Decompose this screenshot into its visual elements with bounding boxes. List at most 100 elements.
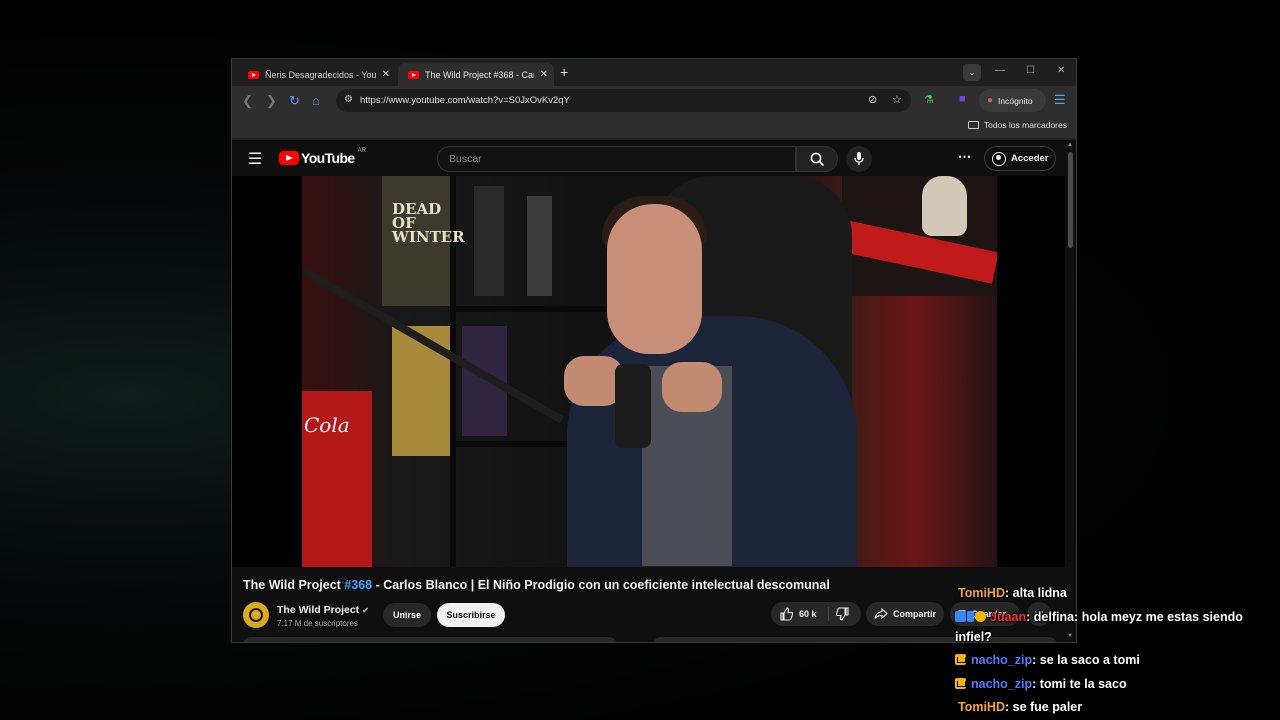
band-poster	[840, 176, 997, 296]
minimize-icon[interactable]: —	[995, 65, 1005, 76]
voice-search-button[interactable]	[846, 146, 872, 172]
tab-neris[interactable]: Ñeris Desagradecidos - YouTube ✕	[238, 63, 396, 86]
video-frame[interactable]: DEAD OF WINTER Cola	[302, 176, 997, 567]
twitter-badge-icon	[967, 611, 974, 622]
channel-name-text[interactable]: The Wild Project	[277, 604, 359, 616]
share-button[interactable]: Compartir	[866, 602, 944, 626]
chat-message: Juaan: delfina: hola meyz me estas siend…	[955, 610, 1243, 624]
incognito-indicator[interactable]: ● Incógnito	[979, 89, 1046, 112]
tab-title: Ñeris Desagradecidos - YouTube	[265, 69, 376, 80]
chat-text: : se fue paler	[1005, 700, 1083, 714]
tab-wild-project[interactable]: The Wild Project #368 - Carlos Blanco ✕	[398, 63, 554, 86]
youtube-play-icon	[279, 151, 299, 165]
chat-text: : alta lidna	[1005, 586, 1067, 600]
cola-sign: Cola	[302, 391, 372, 567]
menu-icon[interactable]: ☰	[248, 149, 262, 169]
tab-title: The Wild Project #368 - Carlos Blanco	[425, 69, 534, 80]
maximize-icon[interactable]: ☐	[1026, 65, 1035, 76]
scroll-up-icon[interactable]: ▲	[1067, 142, 1073, 148]
home-icon[interactable]: ⌂	[312, 93, 320, 108]
youtube-favicon-icon	[408, 70, 419, 79]
browser-window: Ñeris Desagradecidos - YouTube ✕ The Wil…	[231, 58, 1077, 643]
incognito-label: Incógnito	[998, 95, 1033, 106]
url-text[interactable]: https://www.youtube.com/watch?v=S0JxOvKv…	[360, 95, 570, 106]
scrollbar-thumb[interactable]	[1068, 152, 1073, 248]
new-tab-icon[interactable]: +	[560, 64, 568, 80]
youtube-header: ☰ YouTube AR Buscar ⋯ Acceder	[232, 140, 1067, 176]
search-icon	[810, 152, 825, 167]
reload-icon[interactable]: ↻	[289, 93, 300, 109]
youtube-logo[interactable]: YouTube AR	[279, 148, 366, 166]
tab-search-icon[interactable]: ⌄	[963, 64, 981, 81]
video-hashtag[interactable]: #368	[344, 578, 372, 592]
country-code: AR	[357, 148, 366, 154]
search-placeholder: Buscar	[449, 153, 482, 165]
moderator-badge-icon	[955, 654, 966, 665]
like-separator	[828, 607, 829, 621]
microphone-icon	[854, 152, 864, 165]
host-hand-right	[662, 362, 722, 412]
channel-avatar[interactable]	[243, 602, 269, 628]
band-banner	[840, 220, 997, 284]
coin-badge-icon	[975, 611, 986, 622]
search-input[interactable]: Buscar	[437, 146, 796, 172]
subscriber-count: 7.17 M de suscriptores	[277, 619, 358, 628]
bookmarks-bar: Todos los marcadores	[232, 115, 1076, 139]
chat-text: : tomi te la saco	[1032, 677, 1127, 691]
chat-message: nacho_zip: tomi te la saco	[955, 677, 1127, 691]
browser-toolbar: ❮ ❯ ↻ ⌂ ⚙ https://www.youtube.com/watch?…	[232, 86, 1076, 115]
verified-check-icon: ✔	[362, 606, 369, 615]
scroll-down-icon[interactable]: ▼	[1067, 633, 1073, 639]
channel-name[interactable]: The Wild Project ✔	[277, 604, 369, 616]
dislike-button[interactable]	[835, 607, 850, 626]
video-player[interactable]: DEAD OF WINTER Cola	[232, 176, 1067, 567]
forward-icon[interactable]: ❯	[266, 93, 277, 109]
back-icon[interactable]: ❮	[242, 93, 253, 109]
like-dislike-group: 60 k	[771, 602, 861, 626]
youtube-logo-text: YouTube	[301, 150, 355, 166]
close-tab-icon[interactable]: ✕	[540, 69, 548, 80]
page-scrollbar[interactable]: ▲ ▼	[1065, 140, 1076, 642]
extension-icon[interactable]: ■	[959, 93, 966, 105]
description-box[interactable]	[243, 637, 617, 642]
thumbs-down-icon	[835, 607, 849, 621]
thumbs-up-icon	[780, 607, 793, 621]
host-head	[607, 204, 702, 354]
like-button[interactable]: 60 k	[779, 607, 817, 621]
box-item	[474, 186, 504, 296]
chat-username: nacho_zip	[971, 677, 1033, 691]
join-button[interactable]: Unirse	[383, 603, 431, 627]
more-options-icon[interactable]: ⋯	[958, 149, 971, 165]
box-item	[527, 196, 552, 296]
studio-microphone	[615, 364, 651, 448]
bookmark-star-icon[interactable]: ☆	[892, 93, 902, 106]
video-title: The Wild Project #368 - Carlos Blanco | …	[243, 578, 830, 592]
incognito-icon: ●	[987, 95, 994, 106]
chat-message-continuation: infiel?	[955, 630, 992, 644]
chat-message: nacho_zip: se la saco a tomi	[955, 653, 1140, 667]
cola-text: Cola	[304, 413, 350, 437]
share-arrow-icon	[874, 608, 888, 620]
moderator-badge-icon	[955, 678, 966, 689]
browser-menu-icon[interactable]: ☰	[1054, 92, 1066, 108]
chat-username: nacho_zip	[971, 653, 1033, 667]
signin-label: Acceder	[1011, 153, 1049, 164]
lab-flask-icon[interactable]: ⚗	[924, 93, 934, 106]
eye-off-icon[interactable]: ⊘	[868, 93, 877, 106]
all-bookmarks-button[interactable]: Todos los marcadores	[967, 120, 1067, 130]
close-tab-icon[interactable]: ✕	[382, 69, 390, 80]
youtube-favicon-icon	[248, 70, 259, 79]
chat-message: TomiHD: alta lidna	[958, 586, 1067, 600]
video-title-prefix: The Wild Project	[243, 578, 345, 592]
chat-text: : se la saco a tomi	[1032, 653, 1140, 667]
related-panel[interactable]	[653, 637, 1057, 642]
site-info-icon[interactable]: ⚙	[344, 94, 353, 105]
search-button[interactable]	[796, 146, 838, 172]
video-title-rest: - Carlos Blanco | El Niño Prodigio con u…	[372, 578, 830, 592]
address-bar[interactable]: ⚙ https://www.youtube.com/watch?v=S0JxOv…	[336, 89, 911, 112]
tab-strip: Ñeris Desagradecidos - YouTube ✕ The Wil…	[232, 59, 1076, 86]
twitch-badge-icon	[955, 611, 966, 622]
close-window-icon[interactable]: ✕	[1057, 65, 1065, 76]
signin-button[interactable]: Acceder	[984, 146, 1056, 171]
subscribe-button[interactable]: Suscribirse	[437, 603, 505, 627]
